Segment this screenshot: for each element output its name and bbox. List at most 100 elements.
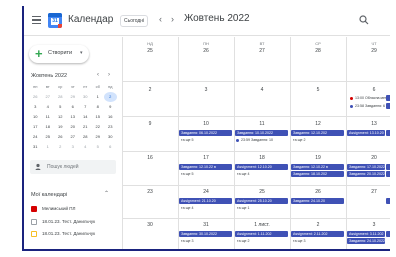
mini-day[interactable]: 5 xyxy=(92,142,105,152)
event-chip[interactable]: Assignment: 25.10.20 xyxy=(235,198,288,204)
create-button[interactable]: + Створити ▾ xyxy=(29,45,89,63)
mini-day[interactable]: 30 xyxy=(104,132,117,142)
mini-day[interactable]: 20 xyxy=(67,122,80,132)
day-header[interactable]: СР 28 xyxy=(290,41,346,54)
mini-day[interactable]: 13 xyxy=(67,112,80,122)
checkbox[interactable] xyxy=(31,231,37,237)
checkbox[interactable] xyxy=(31,206,37,212)
more-events-link[interactable]: та ще 5 xyxy=(181,172,194,176)
calendar-item[interactable]: Мелимський ПЛ xyxy=(31,205,121,214)
event-chip[interactable]: Завдання: 06.10.2022 xyxy=(179,130,232,136)
date-number[interactable]: 3 xyxy=(178,87,234,93)
mini-day[interactable]: 25 xyxy=(42,132,55,142)
mini-day[interactable]: 27 xyxy=(67,132,80,142)
date-number[interactable]: 17 xyxy=(178,155,234,161)
more-events-link[interactable]: та ще 3 xyxy=(293,239,306,243)
mini-day[interactable]: 16 xyxy=(104,112,117,122)
date-number[interactable]: 24 xyxy=(178,189,234,195)
event-chip[interactable] xyxy=(386,171,390,177)
mini-day[interactable]: 1 xyxy=(42,142,55,152)
mini-day[interactable]: 1 xyxy=(92,92,105,102)
more-events-link[interactable]: та ще 2 xyxy=(293,138,306,142)
more-events-link[interactable]: та ще 5 xyxy=(181,138,194,142)
event-chip[interactable]: Завдання: 24.10.20 xyxy=(291,198,344,204)
event-chip[interactable]: Assignment: 21.10.20 xyxy=(179,198,232,204)
mini-prev-button[interactable]: ‹ xyxy=(97,72,99,78)
more-events-link[interactable]: та ще 4 xyxy=(237,172,250,176)
mini-day[interactable]: 31 xyxy=(29,142,42,152)
mini-day[interactable]: 3 xyxy=(29,102,42,112)
date-number[interactable]: 2 xyxy=(290,222,346,228)
mini-day[interactable]: 12 xyxy=(54,112,67,122)
mini-day[interactable]: 6 xyxy=(67,102,80,112)
date-number[interactable]: 5 xyxy=(290,87,346,93)
people-search-input[interactable]: Пошук людей xyxy=(30,160,116,174)
day-header[interactable]: ПН 26 xyxy=(178,41,234,54)
mini-day[interactable]: 28 xyxy=(54,92,67,102)
prev-month-button[interactable]: ‹ xyxy=(159,14,162,24)
date-number[interactable]: 23 xyxy=(122,189,178,195)
event-chip[interactable]: Assignment: 1.11.202 xyxy=(235,231,288,237)
date-number[interactable]: 31 xyxy=(178,222,234,228)
day-header[interactable]: ЧТ 29 xyxy=(346,41,390,54)
mini-day[interactable]: 2 xyxy=(54,142,67,152)
date-number[interactable]: 30 xyxy=(122,222,178,228)
mini-day[interactable]: 22 xyxy=(92,122,105,132)
event-chip[interactable]: Завдання: 18.10.202 xyxy=(291,171,344,177)
more-events-link[interactable]: та ще 1 xyxy=(237,206,250,210)
more-events-link[interactable]: та ще 3 xyxy=(181,239,194,243)
event-chip[interactable]: Завдання: 17.10.2022 xyxy=(347,164,385,170)
event-chip[interactable]: Завдання: 12.10.22 в xyxy=(291,164,344,170)
more-events-link[interactable]: та ще 2 xyxy=(237,239,250,243)
mini-day[interactable]: 6 xyxy=(104,142,117,152)
event-chip[interactable] xyxy=(386,95,390,101)
event-timed[interactable]: 23:59 Завдання: 10 xyxy=(236,138,273,142)
date-number[interactable]: 18 xyxy=(234,155,290,161)
event-chip[interactable] xyxy=(386,130,390,136)
event-chip[interactable] xyxy=(386,103,390,109)
event-chip[interactable] xyxy=(386,198,390,204)
event-timed[interactable]: 13:00 Обласна мет xyxy=(350,96,387,100)
today-button[interactable]: Сьогодні xyxy=(120,15,149,27)
date-number[interactable]: 20 xyxy=(346,155,390,161)
event-chip[interactable]: Завдання: 24.10.2022 xyxy=(347,238,385,244)
event-chip[interactable]: Assignment: 3.11.202 xyxy=(347,231,385,237)
mini-next-button[interactable]: › xyxy=(108,72,110,78)
day-header[interactable]: НД 25 xyxy=(122,41,178,54)
checkbox[interactable] xyxy=(31,219,37,225)
mini-day[interactable]: 30 xyxy=(79,92,92,102)
date-number[interactable]: 10 xyxy=(178,121,234,127)
calendar-item[interactable]: 18.01.23. Тест. Данильчук xyxy=(31,218,121,227)
day-header[interactable]: ВТ 27 xyxy=(234,41,290,54)
date-number[interactable]: 13 xyxy=(346,121,390,127)
date-number[interactable]: 2 xyxy=(122,87,178,93)
date-number[interactable]: 1 лист. xyxy=(234,222,290,228)
mini-day[interactable]: 26 xyxy=(54,132,67,142)
date-number[interactable]: 12 xyxy=(290,121,346,127)
mini-day[interactable]: 29 xyxy=(67,92,80,102)
mini-day[interactable]: 29 xyxy=(92,132,105,142)
mini-day[interactable]: 15 xyxy=(92,112,105,122)
date-number[interactable]: 16 xyxy=(122,155,178,161)
mini-day[interactable]: 8 xyxy=(92,102,105,112)
mini-day-selected[interactable]: 2 xyxy=(104,92,117,102)
mini-day[interactable]: 23 xyxy=(104,122,117,132)
event-chip[interactable]: Завдання: 12.10.22 в xyxy=(179,164,232,170)
date-number[interactable]: 4 xyxy=(234,87,290,93)
search-icon[interactable] xyxy=(359,15,369,25)
date-number[interactable]: 27 xyxy=(346,189,390,195)
mini-day[interactable]: 21 xyxy=(79,122,92,132)
event-chip[interactable] xyxy=(386,231,390,237)
mini-day[interactable]: 24 xyxy=(29,132,42,142)
event-chip[interactable]: Завдання: 20.10.2022 xyxy=(347,171,385,177)
chevron-up-icon[interactable]: ⌃ xyxy=(104,190,109,197)
next-month-button[interactable]: › xyxy=(171,14,174,24)
mini-day[interactable]: 4 xyxy=(79,142,92,152)
date-number[interactable]: 11 xyxy=(234,121,290,127)
date-number[interactable]: 9 xyxy=(122,121,178,127)
mini-day[interactable]: 18 xyxy=(42,122,55,132)
event-chip[interactable]: Завдання: 30.10.2022 xyxy=(179,231,232,237)
date-number[interactable]: 25 xyxy=(234,189,290,195)
date-number[interactable]: 6 xyxy=(346,87,390,93)
event-chip[interactable] xyxy=(386,164,390,170)
